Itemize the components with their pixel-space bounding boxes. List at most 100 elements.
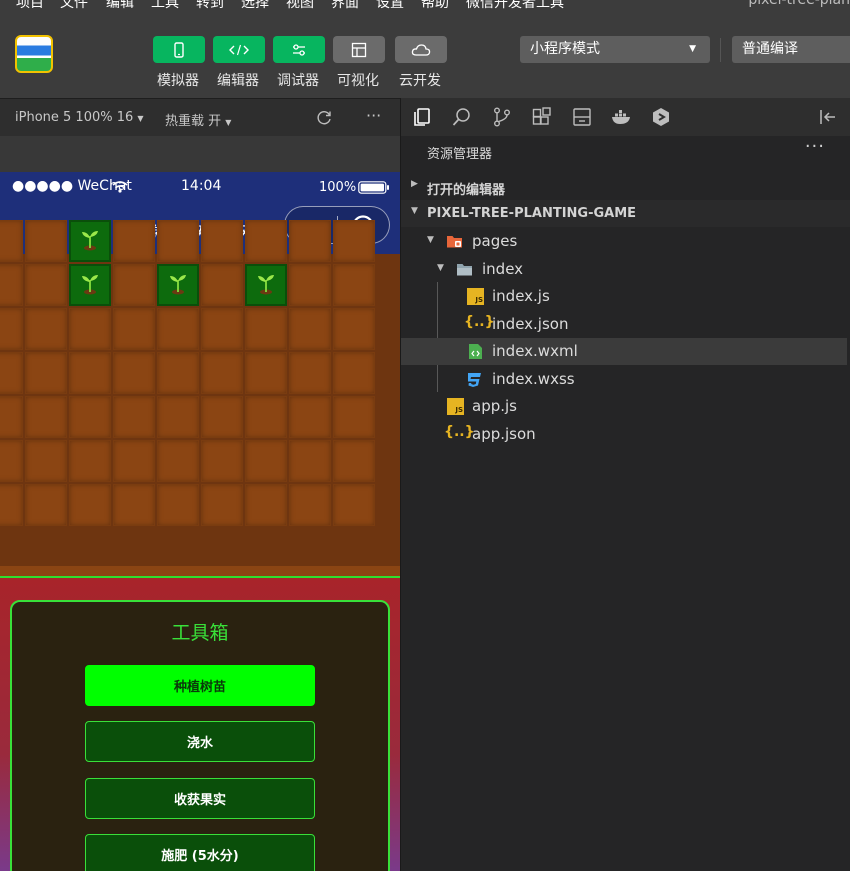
soil-cell[interactable]	[157, 396, 199, 438]
soil-cell[interactable]	[113, 396, 155, 438]
soil-cell[interactable]	[25, 264, 67, 306]
menu-help[interactable]: 帮助	[421, 0, 449, 12]
plugin-icon[interactable]	[650, 106, 672, 128]
plant-seedling-button[interactable]: 种植树苗	[85, 665, 315, 706]
tree-item-index-folder[interactable]: ▼ index	[401, 256, 850, 283]
soil-cell[interactable]	[113, 220, 155, 262]
soil-cell[interactable]	[113, 440, 155, 482]
explorer-more-button[interactable]: ···	[805, 136, 825, 157]
menu-interface[interactable]: 界面	[331, 0, 359, 12]
soil-cell[interactable]	[289, 220, 331, 262]
soil-cell[interactable]	[69, 308, 111, 350]
soil-cell[interactable]	[333, 308, 375, 350]
soil-cell[interactable]	[157, 352, 199, 394]
soil-cell[interactable]	[289, 484, 331, 526]
soil-cell[interactable]	[333, 220, 375, 262]
tree-item-index-json[interactable]: {..} index.json	[401, 311, 850, 338]
soil-cell[interactable]	[245, 220, 287, 262]
soil-cell[interactable]	[289, 264, 331, 306]
tree-item-app-json[interactable]: {..} app.json	[401, 421, 850, 448]
planted-cell[interactable]	[245, 264, 287, 306]
project-avatar[interactable]	[15, 35, 53, 73]
source-control-icon[interactable]	[491, 106, 513, 128]
soil-cell[interactable]	[157, 308, 199, 350]
soil-cell[interactable]	[113, 352, 155, 394]
soil-cell[interactable]	[113, 484, 155, 526]
storage-icon[interactable]	[571, 106, 593, 128]
soil-cell[interactable]	[245, 352, 287, 394]
soil-cell[interactable]	[25, 484, 67, 526]
soil-cell[interactable]	[245, 484, 287, 526]
soil-cell[interactable]	[289, 308, 331, 350]
soil-cell[interactable]	[113, 264, 155, 306]
simulator-button[interactable]	[153, 36, 205, 63]
soil-cell[interactable]	[25, 352, 67, 394]
soil-cell[interactable]	[0, 220, 23, 262]
soil-cell[interactable]	[333, 264, 375, 306]
soil-cell[interactable]	[113, 308, 155, 350]
cloud-dev-button[interactable]	[395, 36, 447, 63]
soil-cell[interactable]	[289, 352, 331, 394]
soil-cell[interactable]	[245, 440, 287, 482]
mode-select[interactable]: 小程序模式 ▼	[520, 36, 710, 63]
debugger-button[interactable]	[273, 36, 325, 63]
soil-cell[interactable]	[0, 440, 23, 482]
extensions-icon[interactable]	[531, 106, 553, 128]
tree-item-index-wxss[interactable]: index.wxss	[401, 366, 850, 393]
menu-view[interactable]: 视图	[286, 0, 314, 12]
editor-button[interactable]	[213, 36, 265, 63]
planted-cell[interactable]	[69, 264, 111, 306]
collapse-panel-icon[interactable]	[817, 106, 839, 128]
simulator-more-button[interactable]: ···	[366, 106, 381, 125]
menu-file[interactable]: 文件	[60, 0, 88, 12]
docker-icon[interactable]	[610, 106, 632, 128]
tree-item-index-js[interactable]: JS index.js	[401, 283, 850, 310]
soil-cell[interactable]	[201, 484, 243, 526]
planted-cell[interactable]	[69, 220, 111, 262]
soil-cell[interactable]	[25, 220, 67, 262]
soil-cell[interactable]	[0, 308, 23, 350]
open-editors-section[interactable]: ▶ 打开的编辑器	[401, 173, 850, 200]
device-select[interactable]: iPhone 5 100% 16 ▼	[15, 110, 144, 125]
soil-cell[interactable]	[0, 396, 23, 438]
tree-item-app-js[interactable]: JS app.js	[401, 393, 850, 420]
soil-cell[interactable]	[69, 440, 111, 482]
project-section[interactable]: ▼ PIXEL-TREE-PLANTING-GAME	[401, 200, 850, 227]
soil-cell[interactable]	[201, 308, 243, 350]
soil-cell[interactable]	[69, 352, 111, 394]
menu-project[interactable]: 项目	[16, 0, 44, 12]
soil-cell[interactable]	[201, 220, 243, 262]
menu-goto[interactable]: 转到	[196, 0, 224, 12]
soil-cell[interactable]	[245, 396, 287, 438]
menu-settings[interactable]: 设置	[376, 0, 404, 12]
soil-cell[interactable]	[245, 308, 287, 350]
soil-cell[interactable]	[25, 308, 67, 350]
files-icon[interactable]	[411, 106, 433, 128]
planted-cell[interactable]	[157, 264, 199, 306]
soil-cell[interactable]	[201, 352, 243, 394]
menu-select[interactable]: 选择	[241, 0, 269, 12]
harvest-button[interactable]: 收获果实	[85, 778, 315, 819]
fertilize-button[interactable]: 施肥 (5水分)	[85, 834, 315, 871]
tree-item-pages[interactable]: ▼ pages	[401, 228, 850, 255]
soil-cell[interactable]	[157, 440, 199, 482]
tree-item-index-wxml[interactable]: index.wxml	[401, 338, 847, 365]
search-icon[interactable]	[451, 106, 473, 128]
soil-cell[interactable]	[333, 484, 375, 526]
visual-button[interactable]	[333, 36, 385, 63]
soil-cell[interactable]	[201, 396, 243, 438]
soil-cell[interactable]	[201, 440, 243, 482]
soil-cell[interactable]	[289, 396, 331, 438]
soil-cell[interactable]	[25, 396, 67, 438]
soil-cell[interactable]	[289, 440, 331, 482]
menu-devtools[interactable]: 微信开发者工具	[466, 0, 564, 12]
soil-cell[interactable]	[0, 484, 23, 526]
soil-cell[interactable]	[333, 440, 375, 482]
soil-cell[interactable]	[201, 264, 243, 306]
soil-cell[interactable]	[333, 352, 375, 394]
soil-cell[interactable]	[157, 220, 199, 262]
soil-cell[interactable]	[0, 352, 23, 394]
soil-cell[interactable]	[0, 264, 23, 306]
water-button[interactable]: 浇水	[85, 721, 315, 762]
soil-cell[interactable]	[69, 484, 111, 526]
